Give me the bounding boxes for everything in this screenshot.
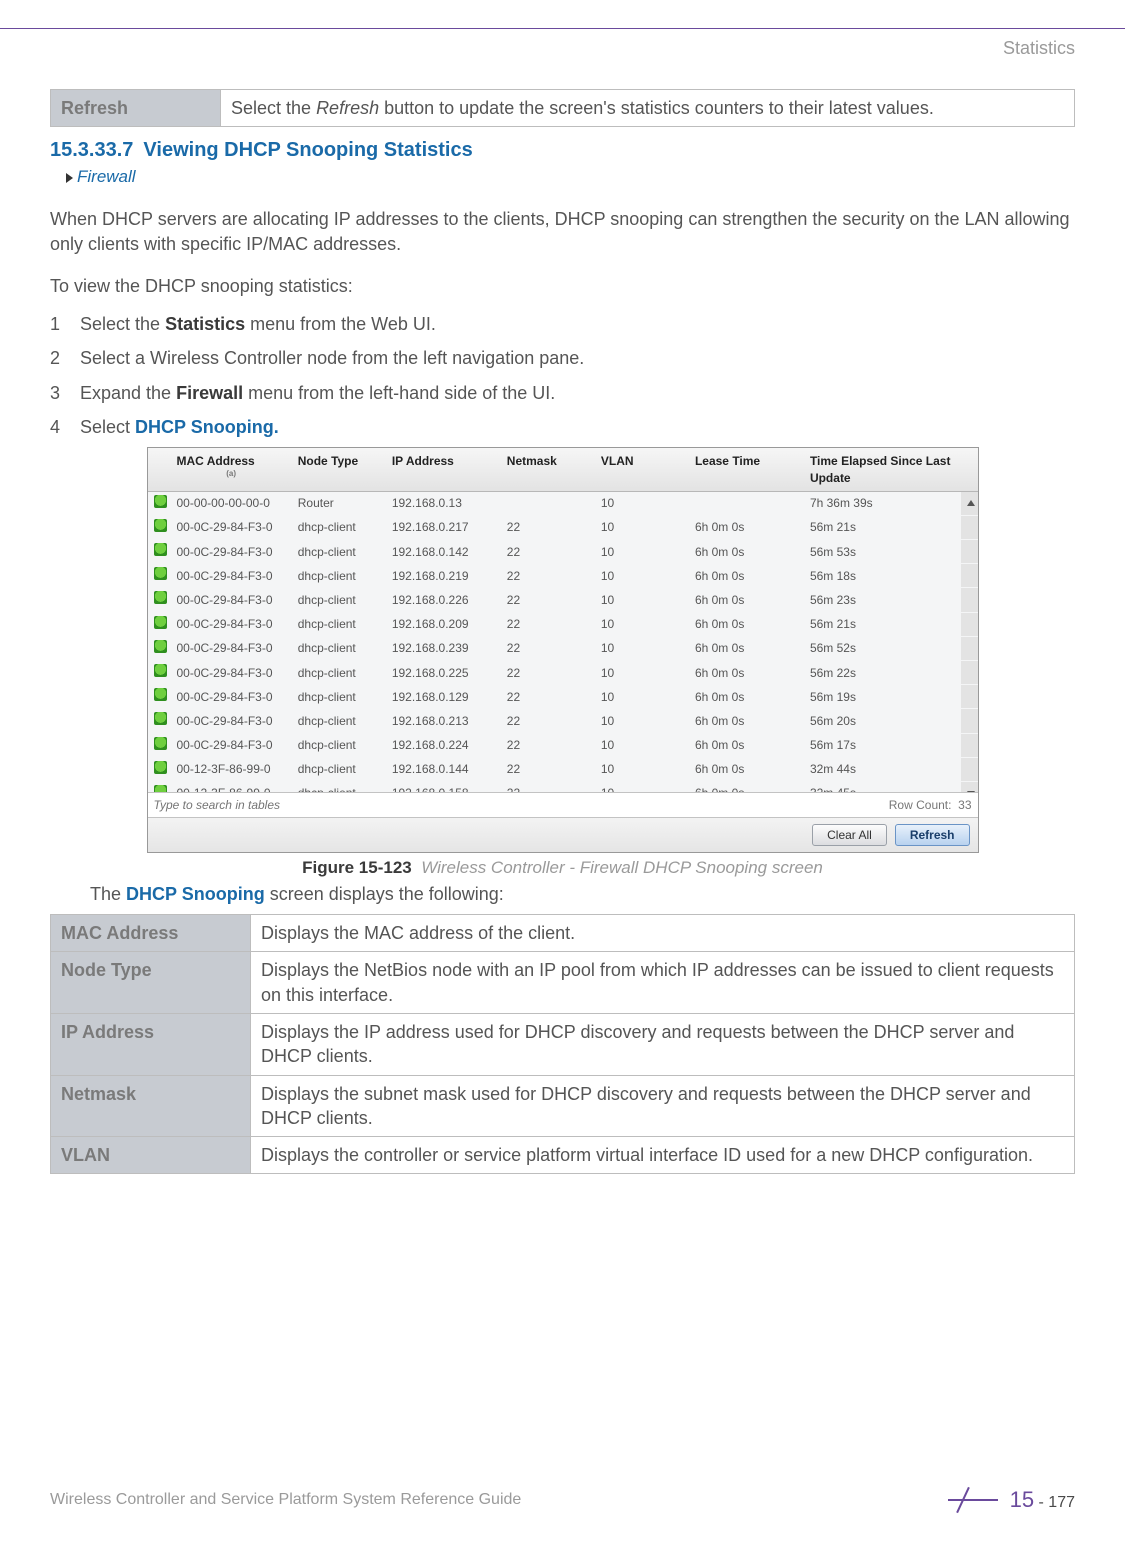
dhcp-snooping-screenshot: MAC Address(a) Node Type IP Address Netm…	[147, 447, 979, 853]
table-row[interactable]: 00-0C-29-84-F3-0dhcp-client192.168.0.209…	[148, 613, 978, 637]
table-row[interactable]: 00-0C-29-84-F3-0dhcp-client192.168.0.224…	[148, 734, 978, 758]
status-icon	[154, 737, 167, 750]
step-num: 4	[50, 415, 64, 439]
field-desc: Displays the controller or service platf…	[251, 1137, 1075, 1174]
field-desc: Displays the MAC address of the client.	[251, 915, 1075, 952]
page-footer: Wireless Controller and Service Platform…	[50, 1485, 1075, 1515]
step-4: 4 Select DHCP Snooping.	[50, 415, 1075, 439]
table-row[interactable]: 00-0C-29-84-F3-0dhcp-client192.168.0.219…	[148, 564, 978, 588]
col-mask[interactable]: Netmask	[501, 448, 595, 491]
section-header: Statistics	[1003, 36, 1075, 60]
section-title: Viewing DHCP Snooping Statistics	[143, 139, 472, 161]
status-icon	[154, 688, 167, 701]
step-bold: Firewall	[176, 383, 243, 403]
field-row: NetmaskDisplays the subnet mask used for…	[51, 1075, 1075, 1137]
table-row[interactable]: 00-12-3F-86-99-0dhcp-client192.168.0.158…	[148, 782, 978, 792]
step-text: Expand the	[80, 383, 176, 403]
figure-title: Wireless Controller - Firewall DHCP Snoo…	[421, 858, 823, 877]
refresh-desc: Select the Refresh button to update the …	[221, 90, 1075, 127]
refresh-desc-b: button to update the screen's statistics…	[379, 98, 934, 118]
section-heading: 15.3.33.7 Viewing DHCP Snooping Statistic…	[50, 137, 1075, 164]
status-icon	[154, 664, 167, 677]
status-icon	[154, 712, 167, 725]
top-rule	[0, 28, 1125, 29]
field-row: IP AddressDisplays the IP address used f…	[51, 1014, 1075, 1076]
step-num: 1	[50, 312, 64, 336]
step-text2: menu from the left-hand side of the UI.	[243, 383, 555, 403]
field-name: IP Address	[51, 1014, 251, 1076]
step-text: Select a Wireless Controller node from t…	[80, 346, 584, 370]
breadcrumb-arrow-icon	[66, 173, 73, 183]
field-desc: Displays the IP address used for DHCP di…	[251, 1014, 1075, 1076]
status-icon	[154, 591, 167, 604]
displays-line: The DHCP Snooping screen displays the fo…	[90, 882, 1075, 906]
breadcrumb-text: Firewall	[77, 167, 136, 186]
refresh-desc-em: Refresh	[316, 98, 379, 118]
field-name: Netmask	[51, 1075, 251, 1137]
step-bold: Statistics	[165, 314, 245, 334]
refresh-button[interactable]: Refresh	[895, 824, 970, 846]
field-row: MAC AddressDisplays the MAC address of t…	[51, 915, 1075, 952]
section-number: 15.3.33.7	[50, 139, 133, 161]
footer-divider-icon	[948, 1488, 998, 1512]
step-num: 3	[50, 381, 64, 405]
col-ip[interactable]: IP Address	[386, 448, 501, 491]
refresh-label: Refresh	[51, 90, 221, 127]
step-1: 1 Select the Statistics menu from the We…	[50, 312, 1075, 336]
row-count-value: 33	[958, 798, 971, 812]
figure-caption: Figure 15-123 Wireless Controller - Fire…	[50, 857, 1075, 880]
col-node[interactable]: Node Type	[292, 448, 386, 491]
status-icon	[154, 785, 167, 792]
field-desc: Displays the subnet mask used for DHCP d…	[251, 1075, 1075, 1137]
table-row[interactable]: 00-00-00-00-00-0Router192.168.0.13107h 3…	[148, 492, 978, 516]
row-count-label: Row Count:	[889, 798, 952, 812]
step-2: 2 Select a Wireless Controller node from…	[50, 346, 1075, 370]
step-text: Select	[80, 417, 135, 437]
col-mac[interactable]: MAC Address(a)	[170, 448, 291, 491]
lead-paragraph: To view the DHCP snooping statistics:	[50, 274, 1075, 298]
field-row: Node TypeDisplays the NetBios node with …	[51, 952, 1075, 1014]
col-vlan[interactable]: VLAN	[595, 448, 689, 491]
refresh-desc-a: Select the	[231, 98, 316, 118]
table-row[interactable]: 00-0C-29-84-F3-0dhcp-client192.168.0.226…	[148, 588, 978, 612]
step-text: Select the	[80, 314, 165, 334]
table-row[interactable]: 00-0C-29-84-F3-0dhcp-client192.168.0.213…	[148, 709, 978, 733]
figure-number: Figure 15-123	[302, 858, 412, 877]
step-3: 3 Expand the Firewall menu from the left…	[50, 381, 1075, 405]
status-icon	[154, 761, 167, 774]
field-name: MAC Address	[51, 915, 251, 952]
status-icon	[154, 616, 167, 629]
breadcrumb: Firewall	[66, 166, 1075, 189]
footer-book-title: Wireless Controller and Service Platform…	[50, 1489, 521, 1511]
step-blue: DHCP Snooping.	[135, 417, 279, 437]
refresh-definition-box: Refresh Select the Refresh button to upd…	[50, 89, 1075, 127]
status-icon	[154, 495, 167, 508]
table-row[interactable]: 00-0C-29-84-F3-0dhcp-client192.168.0.239…	[148, 637, 978, 661]
clear-all-button[interactable]: Clear All	[812, 824, 887, 846]
status-icon	[154, 640, 167, 653]
table-row[interactable]: 00-12-3F-86-99-0dhcp-client192.168.0.144…	[148, 758, 978, 782]
table-row[interactable]: 00-0C-29-84-F3-0dhcp-client192.168.0.142…	[148, 540, 978, 564]
col-elapsed[interactable]: Time Elapsed Since Last Update	[804, 448, 961, 491]
table-search-input[interactable]	[154, 798, 454, 812]
table-row[interactable]: 00-0C-29-84-F3-0dhcp-client192.168.0.217…	[148, 516, 978, 540]
field-description-table: MAC AddressDisplays the MAC address of t…	[50, 914, 1075, 1174]
status-icon	[154, 543, 167, 556]
field-name: VLAN	[51, 1137, 251, 1174]
col-lease[interactable]: Lease Time	[689, 448, 804, 491]
step-num: 2	[50, 346, 64, 370]
table-row[interactable]: 00-0C-29-84-F3-0dhcp-client192.168.0.225…	[148, 661, 978, 685]
footer-page-number: 15 - 177	[1010, 1485, 1075, 1515]
steps-list: 1 Select the Statistics menu from the We…	[50, 312, 1075, 439]
field-name: Node Type	[51, 952, 251, 1014]
step-text2: menu from the Web UI.	[245, 314, 436, 334]
field-desc: Displays the NetBios node with an IP poo…	[251, 952, 1075, 1014]
field-row: VLANDisplays the controller or service p…	[51, 1137, 1075, 1174]
intro-paragraph: When DHCP servers are allocating IP addr…	[50, 207, 1075, 256]
table-row[interactable]: 00-0C-29-84-F3-0dhcp-client192.168.0.129…	[148, 685, 978, 709]
status-icon	[154, 567, 167, 580]
status-icon	[154, 519, 167, 532]
